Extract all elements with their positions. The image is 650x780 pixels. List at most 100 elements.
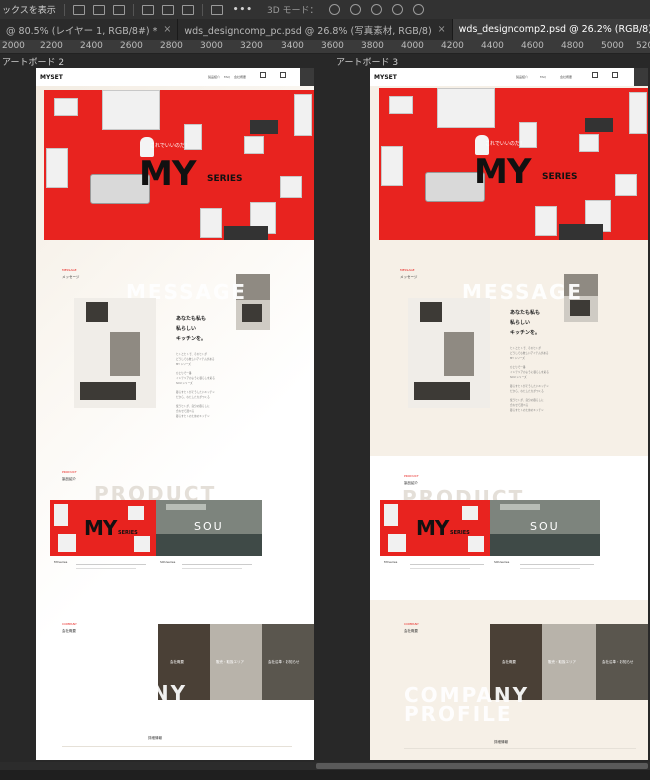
3d-camera-icon[interactable] [412, 4, 424, 15]
message-title-line: 私らしい [510, 320, 531, 326]
document-tabs: @ 80.5% (レイヤー 1, RGB/8#) * × wds_designc… [0, 19, 650, 40]
tab-document-3[interactable]: wds_designcomp2.psd @ 26.2% (RGB/8) * × [452, 19, 650, 40]
artboard[interactable]: MYSET 製品紹介 FAQ 会社概要 これでいいのだ！ MY SERIES M… [370, 68, 648, 760]
3d-roll-icon[interactable] [349, 4, 361, 15]
cabinet-shape [579, 134, 599, 152]
message-label-en: MESSAGE [400, 268, 415, 272]
document-canvas[interactable]: アートボード 2 アートボード 3 MYSET 製品紹介 FAQ 会社概要 これ… [0, 54, 650, 780]
product-card-series: SERIES [450, 530, 470, 536]
align-right-icon[interactable] [112, 4, 125, 15]
3d-mode-label: 3D モード： [267, 6, 319, 16]
product-heading: 製品紹介 [62, 477, 76, 481]
show-transform-controls-label[interactable]: ックスを表示 [0, 3, 56, 16]
message-heading: メッセージ [400, 275, 418, 279]
stove-shape [250, 120, 278, 134]
cabinet-shape [535, 206, 557, 236]
tab-document-1[interactable]: @ 80.5% (レイヤー 1, RGB/8#) * × [0, 19, 179, 40]
tab-document-2[interactable]: wds_designcomp_pc.psd @ 26.8% (写真素材, RGB… [178, 19, 453, 40]
product-caption: SOUseries [494, 560, 510, 564]
artboard-name[interactable]: アートボード 2 [2, 55, 64, 68]
company-label-en: COMPANY [62, 622, 77, 626]
message-title-line: あなたも私も [510, 310, 541, 316]
3d-pan-icon[interactable] [370, 4, 382, 15]
photoshop-window: ックスを表示 ••• 3D モード： @ 80.5% (レイヤー 1, RGB/… [0, 0, 650, 780]
counter-shape [156, 534, 262, 556]
align-middle-icon[interactable] [161, 4, 174, 15]
artboard-name[interactable]: アートボード 3 [336, 55, 398, 68]
hero-image: これでいいのだ！ MY SERIES [44, 90, 314, 240]
company-detail-link: 詳細情報 [148, 736, 162, 740]
product-caption: SOUseries [160, 560, 176, 564]
options-bar: ックスを表示 ••• 3D モード： [0, 0, 650, 19]
ruler-tick: 2800 [160, 41, 183, 51]
nav-item: 製品紹介 [516, 75, 529, 79]
company-panel-label: 会社概要 [502, 660, 516, 664]
message-title: あなたも私も 私らしい キッチンを。 [510, 308, 540, 338]
hero-tagline: これでいいのだ！ [150, 143, 190, 149]
text-placeholder-line [410, 568, 470, 569]
close-icon[interactable]: × [163, 24, 171, 35]
ruler-tick: 4200 [441, 41, 464, 51]
cabinet-shape [54, 504, 68, 526]
company-panel: 会社沿革・お知らせ [596, 624, 648, 700]
ruler-tick: 3600 [321, 41, 344, 51]
cabinet-shape [134, 536, 150, 552]
message-title-line: キッチンを。 [510, 330, 541, 336]
body-line: だから、わたしたちがつくる [176, 396, 210, 399]
photo-area [420, 302, 442, 322]
close-icon[interactable]: × [438, 24, 446, 35]
align-left-icon[interactable] [72, 4, 85, 15]
company-detail-link: 詳細情報 [494, 740, 508, 744]
distribute-icon[interactable] [210, 4, 223, 15]
body-line: 暮らすヒトのためのキッチン [176, 415, 210, 418]
align-top-icon[interactable] [141, 4, 154, 15]
site-header: MYSET 製品紹介 FAQ 会社概要 [36, 68, 314, 86]
text-placeholder-line [410, 564, 484, 565]
photo-area [242, 304, 262, 322]
search-icon [260, 72, 266, 78]
hero-title: MY [139, 154, 196, 194]
cabinet-shape [200, 208, 222, 238]
cabinet-shape [468, 536, 484, 552]
site-logo: MYSET [40, 74, 63, 81]
message-title-line: あなたも私も [176, 316, 207, 322]
cabinet-shape [462, 506, 478, 520]
cabinet-shape [46, 148, 68, 188]
ruler-tick: 2600 [120, 41, 143, 51]
company-panel-label: 販売・取扱エリア [216, 660, 244, 664]
nav-item: FAQ [540, 75, 546, 79]
tab-label: wds_designcomp2.psd @ 26.2% (RGB/8) * [458, 24, 650, 35]
company-bg-word: COMPANY PROFILE [404, 685, 529, 726]
text-placeholder-line [76, 568, 136, 569]
download-icon [300, 68, 314, 86]
horizontal-scrollbar[interactable] [0, 762, 650, 770]
more-options-icon[interactable]: ••• [233, 5, 253, 15]
cabinet-shape [384, 504, 398, 526]
3d-orbit-icon[interactable] [328, 4, 340, 15]
ruler-tick: 2200 [40, 41, 63, 51]
ruler-tick: 4800 [561, 41, 584, 51]
cabinet-shape [102, 90, 160, 130]
divider [63, 3, 65, 16]
photo-area [414, 382, 470, 400]
horizontal-ruler[interactable]: 2000 2200 2400 2600 2800 3000 3200 3400 … [0, 40, 650, 54]
mail-icon [280, 72, 286, 78]
product-card-my: MY SERIES [50, 500, 156, 556]
align-center-icon[interactable] [92, 4, 105, 15]
text-placeholder-line [520, 564, 594, 565]
ruler-tick: 3200 [240, 41, 263, 51]
artboard[interactable]: MYSET 製品紹介 FAQ 会社概要 これでいいのだ！ MY SERIES M… [36, 68, 314, 760]
stove-shape [585, 118, 613, 132]
product-card-title: SOU [194, 520, 224, 533]
divider [201, 3, 203, 16]
scrollbar-thumb[interactable] [316, 763, 648, 769]
3d-slide-icon[interactable] [391, 4, 403, 15]
message-photo-main [74, 298, 156, 408]
download-icon [634, 68, 648, 86]
align-bottom-icon[interactable] [181, 4, 194, 15]
cabinet-shape [58, 534, 76, 552]
tab-label: wds_designcomp_pc.psd @ 26.8% (写真素材, RGB… [184, 25, 432, 37]
company-word-line: PROFILE [404, 702, 513, 726]
company-panel: 販売・取扱エリア [542, 624, 596, 700]
message-heading: メッセージ [62, 275, 80, 279]
